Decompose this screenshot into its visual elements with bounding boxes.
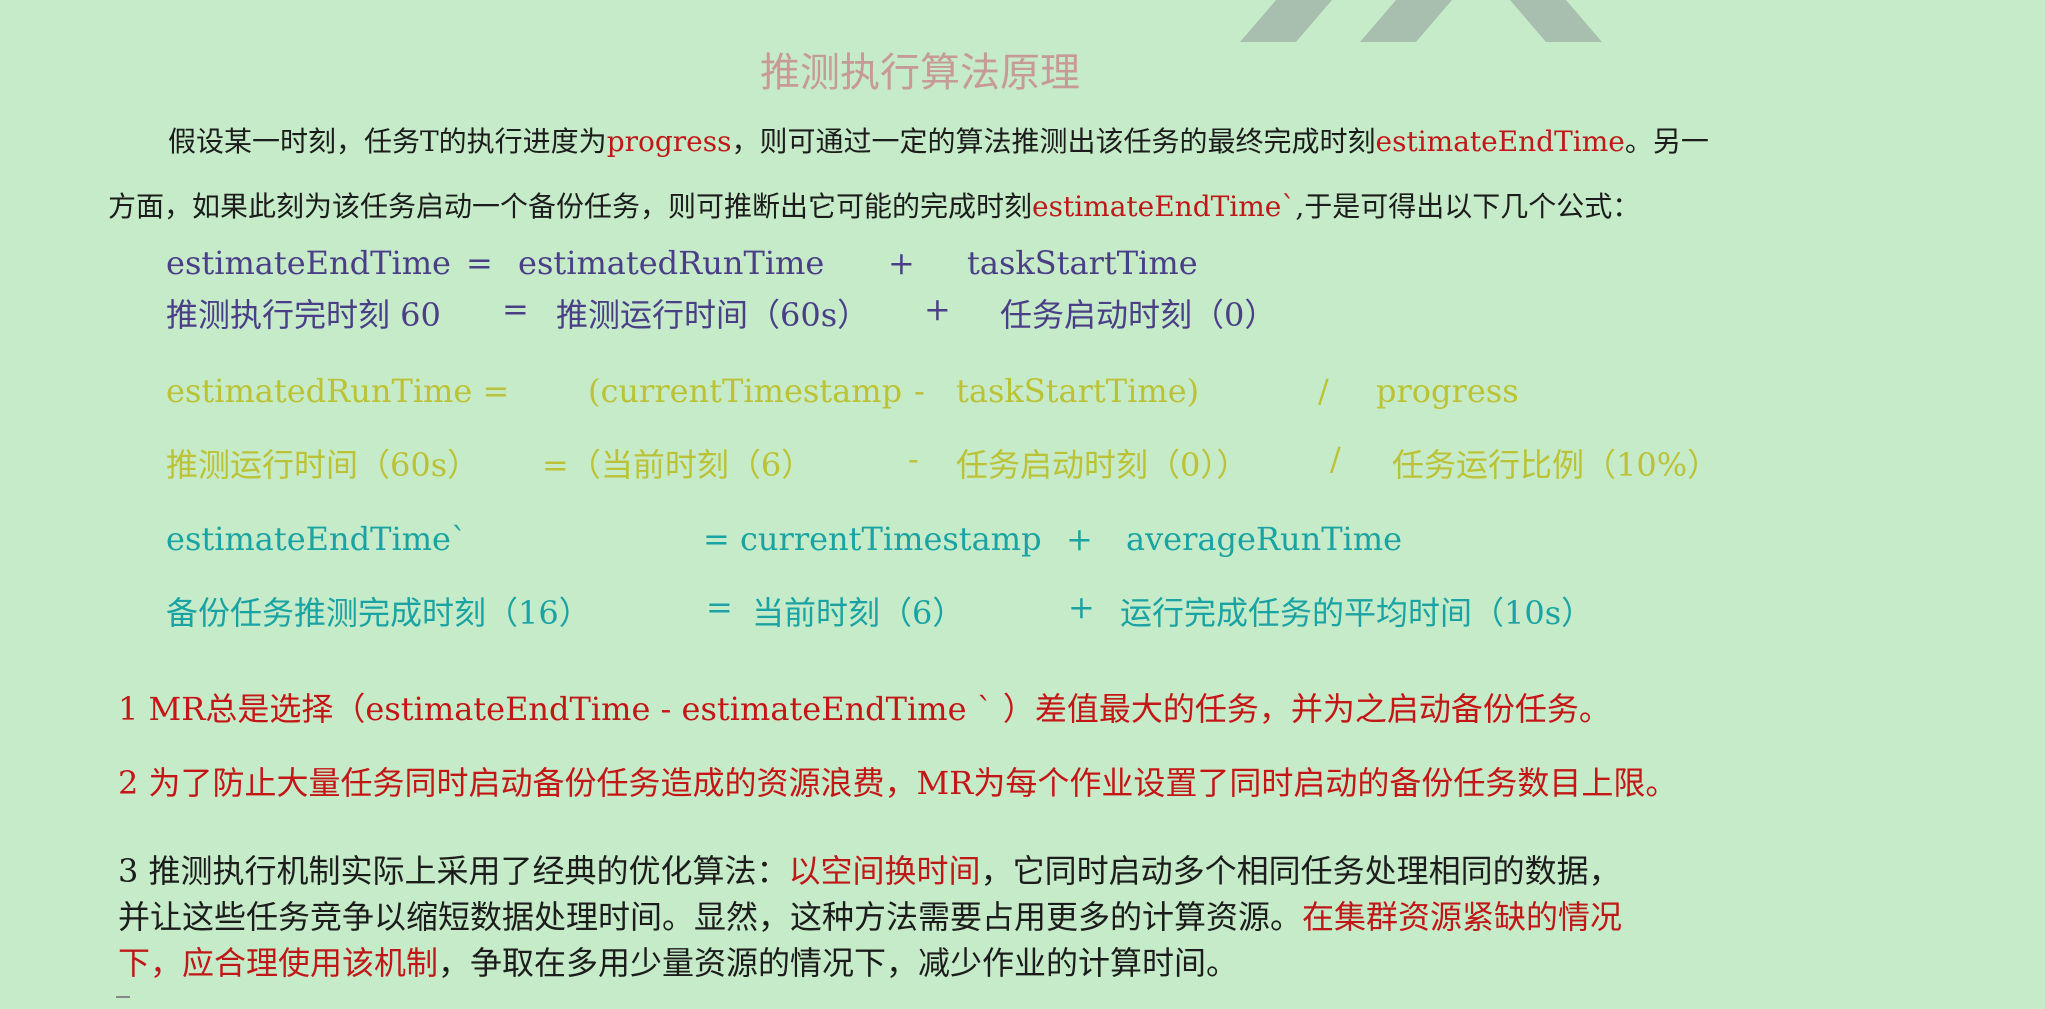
formula1-cn-term2: 任务启动时刻（0） (1000, 296, 1277, 334)
formula3-cn-term1: 当前时刻（6） (752, 594, 965, 632)
note-2: 2 为了防止大量任务同时启动备份任务造成的资源浪费，MR为每个作业设置了同时启动… (118, 764, 1678, 802)
formula1-cn-op: + (924, 290, 951, 328)
text-segment: ,于是可得出以下几个公式： (1295, 190, 1641, 223)
page-title: 推测执行算法原理 (760, 50, 1080, 96)
formula2-term2: taskStartTime) (956, 372, 1200, 410)
text-segment: ，争取在多用少量资源的情况下，减少作业的计算时间。 (438, 944, 1239, 982)
formula3-cn-term2: 运行完成任务的平均时间（10s） (1120, 594, 1594, 632)
formula2-minus: - (914, 372, 925, 410)
formula3-term2: averageRunTime (1126, 520, 1403, 558)
formula2-cn-term2: 任务启动时刻（0）） (956, 446, 1249, 484)
formula3-cn-op: + (1068, 588, 1095, 626)
formula3-name: estimateEndTime` (166, 520, 467, 558)
text-segment: 在集群资源紧缺的情况 (1302, 898, 1623, 936)
text-segment: estimateEndTime (1375, 125, 1625, 158)
watermark-shape (1240, 0, 1602, 42)
formula3-op: + (1066, 520, 1093, 558)
formula1-eq: = (466, 244, 493, 282)
formula2-term1: (currentTimestamp (588, 372, 903, 410)
formula2-cn-name: 推测运行时间（60s） (166, 446, 480, 484)
text-segment: 下，应合理使用该机制 (118, 944, 439, 982)
text-segment: 并让这些任务竞争以缩短数据处理时间。显然，这种方法需要占用更多的计算资源。 (118, 898, 1303, 936)
text-segment: 假设某一时刻，任务T的执行进度为 (168, 125, 607, 158)
formula2-cn-minus: - (908, 440, 919, 478)
formula1-cn-term1: 推测运行时间（60s） (556, 296, 870, 334)
text-segment: progress (606, 125, 732, 158)
watermark-stroke-3 (1510, 0, 1602, 42)
formula2-cn-term3: 任务运行比例（10%） (1392, 446, 1720, 484)
intro-line-2: 方面，如果此刻为该任务启动一个备份任务，则可推断出它可能的完成时刻estimat… (108, 185, 1640, 225)
formula2-cn-eq: =（当前时刻（6） (542, 446, 814, 484)
formula2-div: / (1318, 372, 1329, 410)
text-segment: 。另一 (1624, 125, 1709, 158)
formula1-op: + (888, 244, 915, 282)
formula1-cn-name: 推测执行完时刻 60 (166, 296, 441, 334)
text-segment: 方面，如果此刻为该任务启动一个备份任务，则可推断出它可能的完成时刻 (108, 190, 1033, 223)
formula2-term3: progress (1376, 372, 1519, 410)
text-segment: ，它同时启动多个相同任务处理相同的数据， (980, 852, 1621, 890)
formula1-name: estimateEndTime (166, 244, 451, 282)
point3-line-1: 3 推测执行机制实际上采用了经典的优化算法：以空间换时间，它同时启动多个相同任务… (118, 846, 1621, 892)
watermark-stroke-2 (1360, 0, 1452, 42)
formula1-term2: taskStartTime (967, 244, 1198, 282)
text-segment: 3 推测执行机制实际上采用了经典的优化算法： (118, 852, 789, 890)
text-segment: estimateEndTime` (1032, 190, 1296, 223)
point3-line-3: 下，应合理使用该机制，争取在多用少量资源的情况下，减少作业的计算时间。 (118, 938, 1238, 984)
formula3-cn-eq: = (706, 588, 733, 626)
intro-line-1: 假设某一时刻，任务T的执行进度为progress，则可通过一定的算法推测出该任务… (168, 120, 1709, 160)
stray-mark (116, 996, 130, 998)
text-segment: ，则可通过一定的算法推测出该任务的最终完成时刻 (731, 125, 1376, 158)
formula2-cn-div: / (1330, 440, 1341, 478)
note-1: 1 MR总是选择（estimateEndTime - estimateEndTi… (118, 690, 1611, 728)
point3-line-2: 并让这些任务竞争以缩短数据处理时间。显然，这种方法需要占用更多的计算资源。在集群… (118, 892, 1622, 938)
formula1-term1: estimatedRunTime (518, 244, 825, 282)
watermark-stroke-1 (1240, 0, 1332, 42)
formula2-name: estimatedRunTime = (166, 372, 510, 410)
formula1-cn-eq: = (502, 290, 529, 328)
formula3-eq-term1: = currentTimestamp (703, 520, 1042, 558)
formula3-cn-name: 备份任务推测完成时刻（16） (166, 594, 591, 632)
text-segment: 以空间换时间 (788, 852, 981, 890)
